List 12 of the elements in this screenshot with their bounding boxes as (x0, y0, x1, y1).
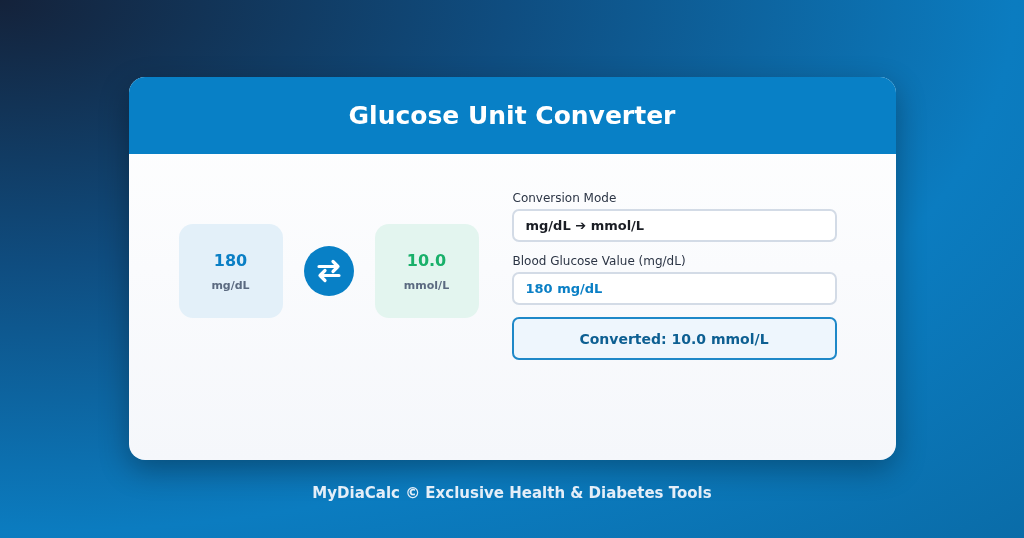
tile-unit: mg/dL (211, 278, 250, 292)
field-label: Conversion Mode (512, 191, 618, 205)
footer-text: MyDiaCalc © Exclusive Health & Diabetes Tools (312, 484, 712, 502)
tile-value: 180 (213, 250, 248, 270)
tile-value: 10.0 (406, 250, 447, 270)
value-input[interactable]: 180 mg/dL (511, 272, 837, 305)
tile-unit: mmol/L (403, 278, 450, 292)
result-panel: Converted: 10.0 mmol/L (511, 317, 837, 360)
mode-select[interactable]: mg/dL ➔ mmol/L (511, 209, 837, 242)
swap-icon[interactable] (303, 246, 354, 296)
card-title: Glucose Unit Converter (348, 101, 676, 130)
field-label: Blood Glucose Value (mg/dL) (512, 254, 687, 268)
